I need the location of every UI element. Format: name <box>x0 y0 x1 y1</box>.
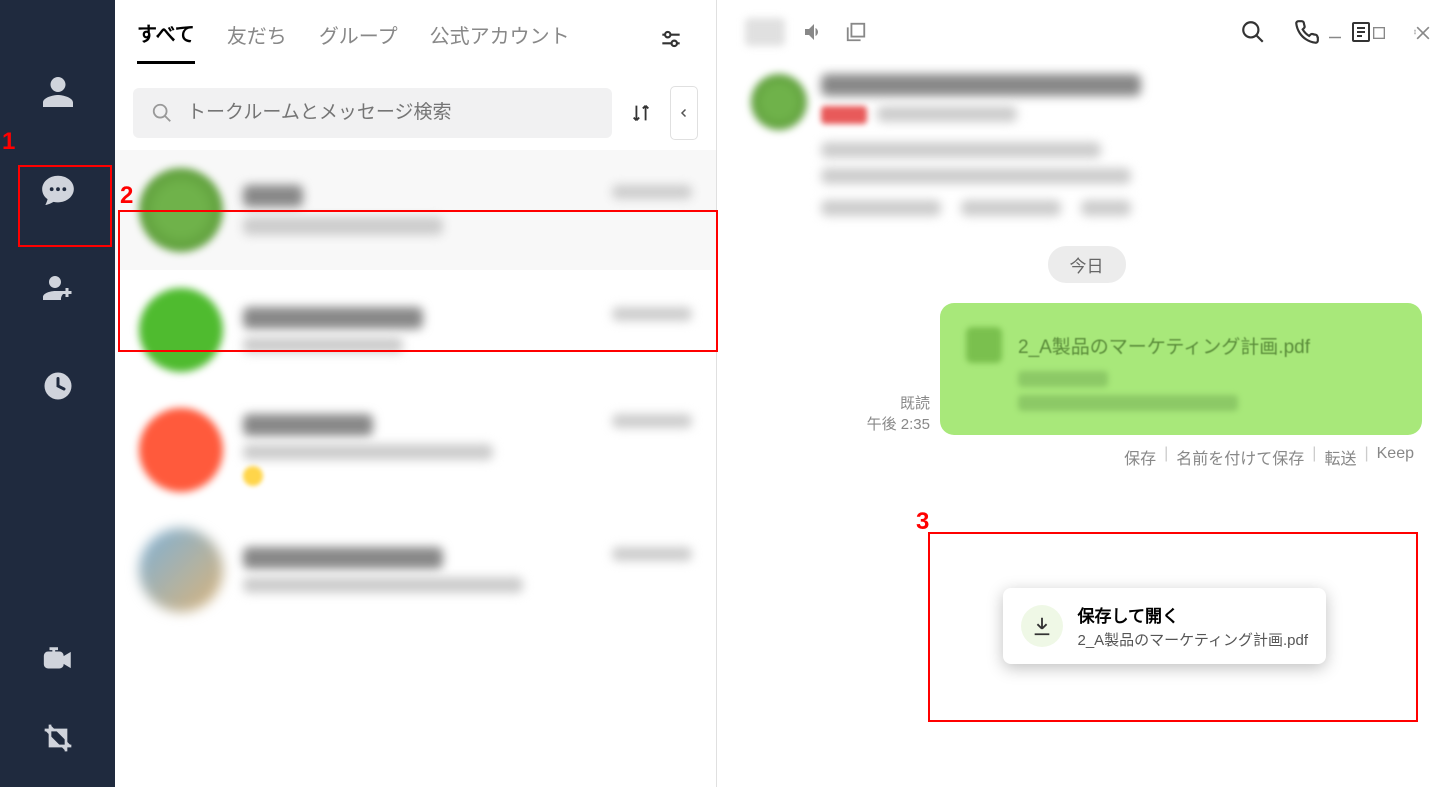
file-type-icon <box>966 327 1002 363</box>
timeline-nav-icon[interactable] <box>34 362 82 410</box>
chat-nav-icon[interactable] <box>34 166 82 214</box>
file-save-link[interactable]: 保存 <box>1124 445 1156 469</box>
incoming-message <box>751 74 1422 226</box>
chat-list-panel: すべて 友だち グループ 公式アカウント <box>115 0 717 787</box>
tab-groups[interactable]: グループ <box>319 20 398 63</box>
file-saveas-link[interactable]: 名前を付けて保存 <box>1176 445 1304 469</box>
chat-item[interactable] <box>115 270 716 390</box>
avatar <box>139 528 223 612</box>
speaker-icon[interactable] <box>801 19 827 45</box>
chat-view: 今日 既読 午後 2:35 2_A製品のマーケティング計画.pdf 保存| 名前… <box>717 0 1456 787</box>
chat-search-icon[interactable] <box>1240 19 1266 45</box>
tooltip-title: 保存して開く <box>1077 602 1308 627</box>
avatar <box>751 74 807 130</box>
collapse-list-button[interactable] <box>670 86 698 140</box>
chat-title-blur <box>745 18 785 46</box>
app-sidebar <box>0 0 115 787</box>
search-icon <box>151 102 173 124</box>
video-nav-icon[interactable] <box>34 636 82 684</box>
sort-button[interactable] <box>618 86 664 140</box>
chat-item[interactable] <box>115 510 716 630</box>
friends-nav-icon[interactable] <box>34 68 82 116</box>
tab-official[interactable]: 公式アカウント <box>430 20 570 63</box>
outgoing-message: 既読 午後 2:35 2_A製品のマーケティング計画.pdf <box>751 303 1422 435</box>
file-keep-link[interactable]: Keep <box>1377 445 1414 469</box>
chat-item[interactable] <box>115 390 716 510</box>
tooltip-filename: 2_A製品のマーケティング計画.pdf <box>1077 629 1308 650</box>
download-icon <box>1021 605 1063 647</box>
file-forward-link[interactable]: 転送 <box>1324 445 1356 469</box>
tab-friends[interactable]: 友だち <box>227 20 287 63</box>
read-status: 既読 <box>867 393 930 414</box>
date-separator: 今日 <box>1048 246 1126 283</box>
close-button[interactable] <box>1412 22 1434 44</box>
avatar <box>139 408 223 492</box>
file-attachment-bubble[interactable]: 2_A製品のマーケティング計画.pdf <box>940 303 1422 435</box>
save-and-open-tooltip[interactable]: 保存して開く 2_A製品のマーケティング計画.pdf <box>1003 588 1326 664</box>
search-box[interactable] <box>133 88 612 138</box>
tab-all[interactable]: すべて <box>137 18 195 64</box>
message-time: 午後 2:35 <box>867 414 930 435</box>
chat-item-list <box>115 150 716 787</box>
minimize-button[interactable] <box>1324 22 1346 44</box>
search-input[interactable] <box>187 102 594 124</box>
message-area: 今日 既読 午後 2:35 2_A製品のマーケティング計画.pdf 保存| 名前… <box>717 64 1456 787</box>
file-name: 2_A製品のマーケティング計画.pdf <box>1018 332 1310 359</box>
avatar <box>139 168 223 252</box>
file-action-bar: 保存| 名前を付けて保存| 転送| Keep <box>751 445 1422 469</box>
call-icon[interactable] <box>1294 19 1320 45</box>
crop-nav-icon[interactable] <box>34 714 82 762</box>
popout-icon[interactable] <box>843 19 869 45</box>
filter-tabs: すべて 友だち グループ 公式アカウント <box>115 0 716 64</box>
avatar <box>139 288 223 372</box>
filter-settings-icon[interactable] <box>658 26 684 57</box>
maximize-button[interactable] <box>1368 22 1390 44</box>
chat-item[interactable] <box>115 150 716 270</box>
add-friend-nav-icon[interactable] <box>34 264 82 312</box>
